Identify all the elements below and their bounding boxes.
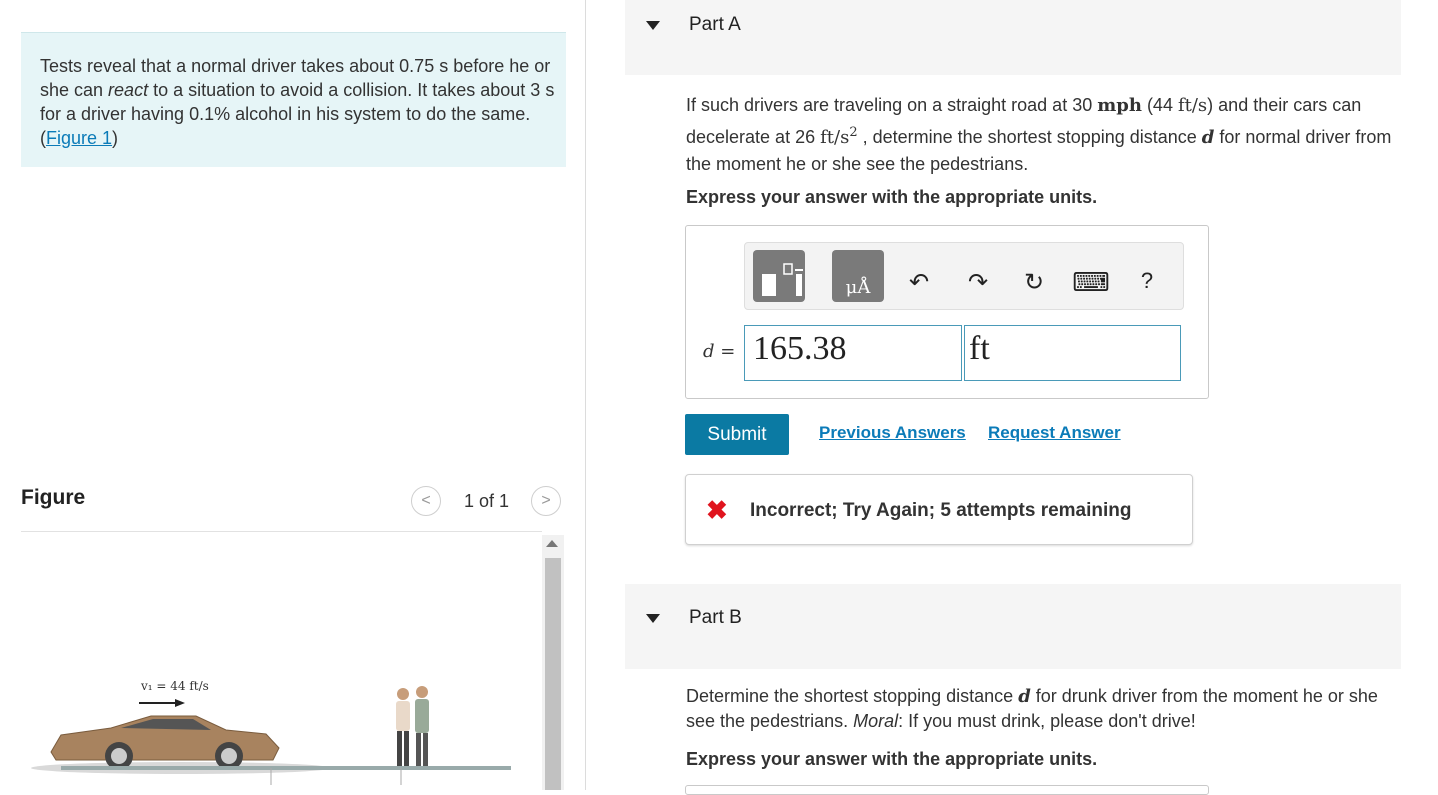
figure-next-button[interactable]: > xyxy=(531,486,561,516)
figure-divider xyxy=(21,531,542,532)
variable-d: d xyxy=(1018,686,1031,707)
part-a-header[interactable] xyxy=(625,0,1401,75)
collapse-triangle-icon[interactable] xyxy=(646,21,660,30)
previous-answers-link[interactable]: Previous Answers xyxy=(819,423,966,443)
part-b-instruction: Express your answer with the appropriate… xyxy=(686,749,1098,769)
exponent: 2 xyxy=(849,125,858,140)
figure-prev-button[interactable]: < xyxy=(411,486,441,516)
moral-emphasis: Moral xyxy=(853,711,899,731)
figure-illustration: v₁ = 44 ft/s xyxy=(31,679,511,785)
car-hub xyxy=(111,748,127,764)
problem-emphasis: react xyxy=(108,80,149,100)
question-text: , determine the shortest stopping distan… xyxy=(857,127,1202,147)
part-b-title: Part B xyxy=(689,607,742,628)
unit-ftps: ft/s xyxy=(1177,95,1208,116)
units-button[interactable]: μÅ xyxy=(832,250,884,302)
unit-mph: mph xyxy=(1097,95,1142,116)
road xyxy=(61,766,511,770)
paren: ) xyxy=(112,128,119,148)
part-a-question: If such drivers are traveling on a strai… xyxy=(686,92,1401,178)
problem-statement: Tests reveal that a normal driver takes … xyxy=(40,54,555,150)
templates-icon xyxy=(762,263,803,296)
unit-input[interactable]: ft xyxy=(964,325,1181,381)
reset-icon[interactable]: ↻ xyxy=(1019,267,1049,297)
figure-pager: 1 of 1 xyxy=(464,491,510,511)
velocity-label: v₁ = 44 ft/s xyxy=(140,679,209,693)
question-text: : If you must drink, please don't drive! xyxy=(898,711,1196,731)
figure-scrollbar-thumb[interactable] xyxy=(545,558,561,790)
variable-label: d = xyxy=(703,341,735,362)
request-answer-link[interactable]: Request Answer xyxy=(988,423,1121,443)
figure-label: Figure xyxy=(21,486,86,509)
redo-icon[interactable]: ↷ xyxy=(963,267,993,297)
pedestrians-icon xyxy=(396,686,429,766)
feedback-message: Incorrect; Try Again; 5 attempts remaini… xyxy=(750,500,1132,521)
part-b-answer-box xyxy=(685,785,1209,795)
keyboard-icon[interactable]: ⌨ xyxy=(1072,267,1110,297)
pane-divider[interactable] xyxy=(585,0,586,790)
part-b-question: Determine the shortest stopping distance… xyxy=(686,684,1401,733)
car-hub xyxy=(221,748,237,764)
templates-button[interactable] xyxy=(753,250,805,302)
velocity-arrowhead xyxy=(175,699,185,707)
part-a-instruction: Express your answer with the appropriate… xyxy=(686,187,1098,207)
chevron-left-icon: < xyxy=(421,492,431,509)
question-text: Determine the shortest stopping distance xyxy=(686,686,1019,706)
submit-button[interactable]: Submit xyxy=(685,414,789,455)
units-icon: μÅ xyxy=(845,277,871,298)
question-text: (44 xyxy=(1141,95,1178,115)
variable-label-text: d = xyxy=(703,341,736,362)
unit-ftps2: ft/s xyxy=(820,127,850,148)
question-text: If such drivers are traveling on a strai… xyxy=(686,95,1098,115)
collapse-triangle-icon[interactable] xyxy=(646,614,660,623)
figure-link[interactable]: Figure 1 xyxy=(46,128,112,148)
scroll-up-arrow-icon[interactable] xyxy=(546,540,558,547)
chevron-right-icon: > xyxy=(541,492,551,509)
help-icon[interactable]: ? xyxy=(1132,266,1162,296)
part-a-title: Part A xyxy=(689,14,741,35)
undo-icon[interactable]: ↶ xyxy=(904,267,934,297)
incorrect-icon: ✖ xyxy=(706,495,728,525)
variable-d: d xyxy=(1201,127,1215,148)
value-input[interactable]: 165.38 xyxy=(744,325,962,381)
